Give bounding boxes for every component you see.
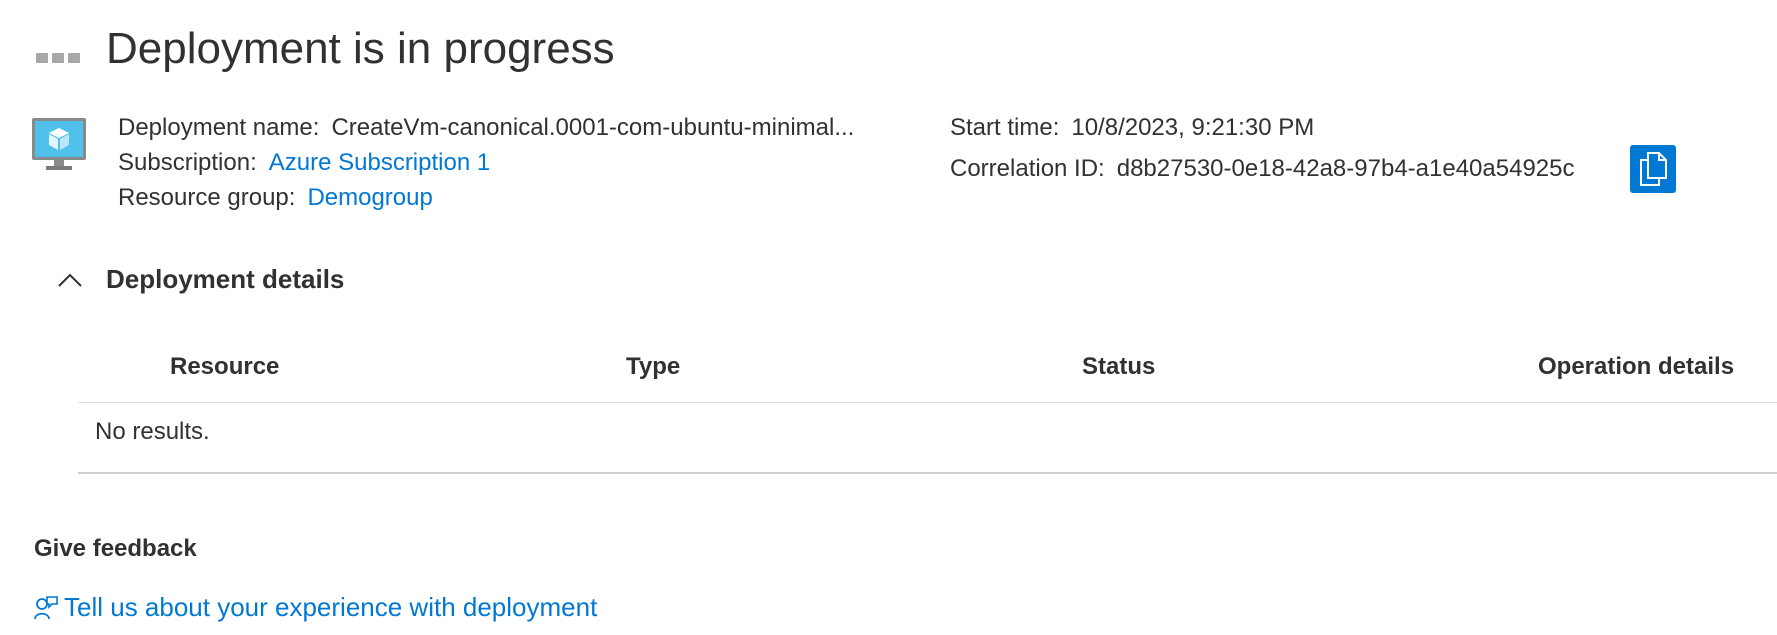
feedback-icon — [34, 595, 58, 619]
in-progress-dots-icon — [36, 53, 80, 63]
subscription-label: Subscription: — [118, 149, 257, 176]
page-title: Deployment is in progress — [106, 24, 615, 73]
give-feedback-heading: Give feedback — [34, 535, 197, 562]
copy-icon — [1640, 152, 1667, 186]
deployment-name-row: Deployment name: CreateVm-canonical.0001-… — [118, 114, 854, 142]
column-header-type: Type — [626, 353, 681, 380]
empty-table-message: No results. — [95, 418, 210, 445]
resource-group-link[interactable]: Demogroup — [307, 184, 432, 211]
subscription-row: Subscription: Azure Subscription 1 — [118, 149, 490, 177]
column-header-operation-details: Operation details — [1538, 353, 1735, 380]
column-header-status: Status — [1082, 353, 1156, 380]
table-bottom-divider — [78, 472, 1777, 474]
correlation-id-value: d8b27530-0e18-42a8-97b4-a1e40a54925c — [1116, 155, 1575, 182]
start-time-label: Start time: — [950, 114, 1060, 141]
copy-correlation-id-button[interactable] — [1630, 145, 1676, 193]
subscription-link[interactable]: Azure Subscription 1 — [269, 149, 490, 176]
resource-group-row: Resource group: Demogroup — [118, 184, 433, 212]
table-header-divider — [78, 402, 1777, 403]
collapse-details-chevron-up-icon[interactable] — [56, 270, 84, 290]
deployment-name-label: Deployment name: — [118, 114, 320, 141]
deployment-name-value: CreateVm-canonical.0001-com-ubuntu-minim… — [331, 114, 855, 141]
correlation-id-row: Correlation ID: d8b27530-0e18-42a8-97b4-a… — [950, 155, 1574, 183]
column-header-resource: Resource — [170, 353, 280, 380]
correlation-id-label: Correlation ID: — [950, 155, 1105, 182]
feedback-link-text[interactable]: Tell us about your experience with deplo… — [64, 592, 597, 623]
deployment-details-title[interactable]: Deployment details — [106, 264, 344, 295]
resource-group-label: Resource group: — [118, 184, 296, 211]
start-time-value: 10/8/2023, 9:21:30 PM — [1071, 114, 1315, 141]
virtual-machine-icon — [32, 118, 88, 172]
feedback-link[interactable]: Tell us about your experience with deplo… — [34, 592, 597, 623]
start-time-row: Start time: 10/8/2023, 9:21:30 PM — [950, 114, 1314, 142]
